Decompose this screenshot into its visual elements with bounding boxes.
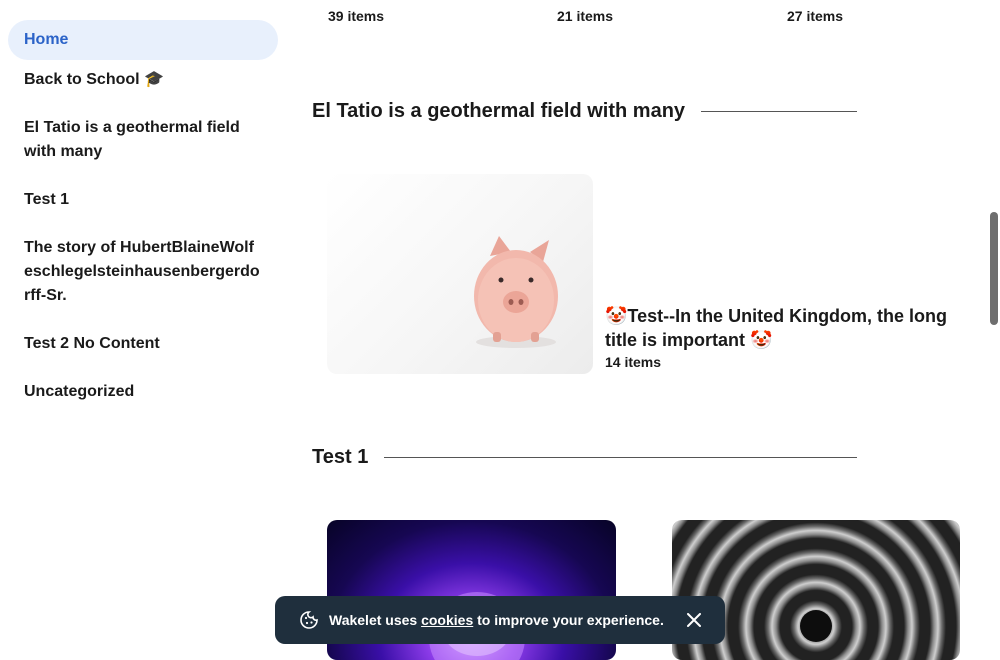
sidebar-item-story-hubert[interactable]: The story of HubertBlaineWolfeschlegelst… [8,236,278,308]
section-title[interactable]: El Tatio is a geothermal field with many [312,100,685,123]
sidebar-item-label: Home [24,31,69,48]
scrollbar[interactable] [988,0,1000,660]
sidebar: Home Back to School 🎓 El Tatio is a geot… [0,0,290,660]
section-divider [701,111,857,112]
scrollbar-thumb[interactable] [990,212,998,325]
section-header-el-tatio: El Tatio is a geothermal field with many [312,100,857,123]
main-content: 39 items 21 items 27 items El Tatio is a… [312,0,972,660]
cookie-icon [299,610,319,630]
section-title[interactable]: Test 1 [312,446,368,469]
piggy-bank-image[interactable] [327,174,593,374]
sidebar-item-label: El Tatio is a geothermal field with many [24,119,240,160]
previous-section-counts: 39 items 21 items 27 items [328,8,988,28]
sidebar-item-uncategorized[interactable]: Uncategorized [8,380,278,404]
sidebar-item-label: The story of HubertBlaineWolfeschlegelst… [24,239,260,304]
collection-title[interactable]: 🤡Test--In the United Kingdom, the long t… [605,304,965,352]
sidebar-item-test-2-no-content[interactable]: Test 2 No Content [8,332,278,356]
section-divider [384,457,857,458]
cookie-message: Wakelet uses cookies to improve your exp… [329,612,664,628]
close-icon[interactable] [684,610,704,630]
collection-item-count: 14 items [605,354,662,370]
collection-card[interactable]: 🤡Test--In the United Kingdom, the long t… [605,304,965,370]
sidebar-item-label: Test 1 [24,191,70,208]
item-count: 39 items [328,8,385,24]
sidebar-item-label: Test 2 No Content [24,335,160,352]
piggy-bank-illustration [474,236,558,348]
cookies-link[interactable]: cookies [421,612,473,628]
sidebar-item-label: Uncategorized [24,383,135,400]
sidebar-item-home[interactable]: Home [8,20,278,60]
tunnel-center [800,610,832,642]
item-count: 21 items [557,8,614,24]
sidebar-item-el-tatio[interactable]: El Tatio is a geothermal field with many [8,116,278,164]
cookie-message-suffix: to improve your experience. [473,612,664,628]
sidebar-item-label: Back to School 🎓 [24,71,164,88]
section-header-test-1: Test 1 [312,446,857,469]
cookie-banner: Wakelet uses cookies to improve your exp… [275,596,725,644]
sidebar-item-test-1[interactable]: Test 1 [8,188,278,212]
cookie-message-prefix: Wakelet uses [329,612,422,628]
sidebar-item-back-to-school[interactable]: Back to School 🎓 [8,68,278,92]
sidebar-nav: Home Back to School 🎓 El Tatio is a geot… [0,20,290,404]
item-count: 27 items [787,8,844,24]
